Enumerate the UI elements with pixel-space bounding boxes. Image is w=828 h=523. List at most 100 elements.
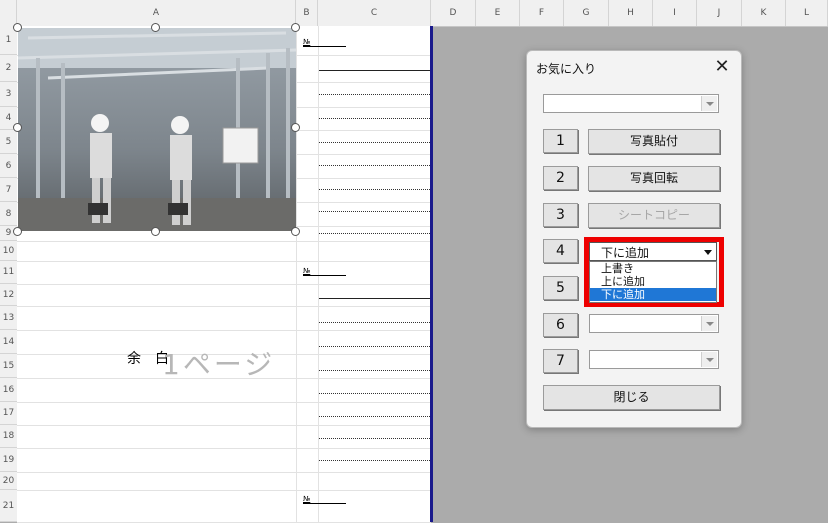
chevron-down-icon[interactable] bbox=[700, 244, 715, 259]
row-gridline bbox=[17, 425, 431, 426]
entry-line bbox=[319, 211, 430, 212]
column-header-k[interactable]: K bbox=[742, 0, 786, 26]
column-header-f[interactable]: F bbox=[520, 0, 564, 26]
column-header-d[interactable]: D bbox=[431, 0, 476, 26]
row-header-8[interactable]: 8 bbox=[0, 202, 17, 226]
option-select-7[interactable] bbox=[589, 350, 719, 369]
row-header-11[interactable]: 11 bbox=[0, 261, 17, 284]
resize-handle-bottom-left[interactable] bbox=[13, 227, 22, 236]
column-header: A B C D E F G H I J K L bbox=[0, 0, 828, 27]
number-button-7[interactable]: 7 bbox=[543, 349, 578, 373]
row-header-17[interactable]: 17 bbox=[0, 402, 17, 425]
resize-handle-bottom-right[interactable] bbox=[291, 227, 300, 236]
resize-handle-bottom[interactable] bbox=[151, 227, 160, 236]
row-gridline bbox=[17, 330, 431, 331]
number-label: № bbox=[303, 38, 346, 47]
entry-line bbox=[319, 416, 430, 417]
column-header-g[interactable]: G bbox=[564, 0, 609, 26]
row-header-6[interactable]: 6 bbox=[0, 154, 17, 178]
option-select-6[interactable] bbox=[589, 314, 719, 333]
row-header-21[interactable]: 21 bbox=[0, 490, 17, 522]
row-header-7[interactable]: 7 bbox=[0, 178, 17, 202]
row-header-20[interactable]: 20 bbox=[0, 472, 17, 490]
row-gridline bbox=[17, 490, 431, 491]
number-button-6[interactable]: 6 bbox=[543, 313, 578, 337]
column-header-h[interactable]: H bbox=[609, 0, 653, 26]
row-gridline bbox=[17, 284, 431, 285]
entry-line bbox=[319, 460, 430, 461]
column-header-l[interactable]: L bbox=[786, 0, 828, 26]
column-header-c[interactable]: C bbox=[318, 0, 431, 26]
number-button-5[interactable]: 5 bbox=[543, 276, 578, 300]
column-header-e[interactable]: E bbox=[476, 0, 520, 26]
row-header-10[interactable]: 10 bbox=[0, 241, 17, 261]
chevron-down-icon[interactable] bbox=[701, 352, 717, 367]
number-button-3[interactable]: 3 bbox=[543, 203, 578, 227]
resize-handle-left[interactable] bbox=[13, 123, 22, 132]
row-header-3[interactable]: 3 bbox=[0, 82, 17, 107]
close-icon[interactable]: ✕ bbox=[711, 56, 733, 78]
entry-line bbox=[319, 165, 430, 166]
resize-handle-top-left[interactable] bbox=[13, 23, 22, 32]
row-header-5[interactable]: 5 bbox=[0, 130, 17, 154]
row-header-19[interactable]: 19 bbox=[0, 448, 17, 472]
entry-line bbox=[319, 94, 430, 95]
selected-value: 下に追加 bbox=[601, 246, 650, 260]
entry-line bbox=[319, 142, 430, 143]
row-gridline bbox=[17, 472, 431, 473]
entry-line bbox=[319, 393, 430, 394]
entry-line bbox=[319, 189, 430, 190]
page-number-watermark: 1ページ bbox=[162, 348, 276, 381]
row-gridline bbox=[17, 306, 431, 307]
entry-line bbox=[319, 438, 430, 439]
number-label: № bbox=[303, 267, 346, 276]
favorites-select[interactable] bbox=[543, 94, 719, 113]
entry-line bbox=[319, 233, 430, 234]
row-header-16[interactable]: 16 bbox=[0, 378, 17, 402]
column-header-j[interactable]: J bbox=[697, 0, 742, 26]
number-button-1[interactable]: 1 bbox=[543, 129, 578, 153]
chevron-down-icon[interactable] bbox=[701, 96, 717, 111]
entry-line bbox=[319, 322, 430, 323]
entry-line bbox=[319, 70, 430, 71]
close-button[interactable]: 閉じる bbox=[543, 385, 720, 410]
column-header-b[interactable]: B bbox=[296, 0, 318, 26]
entry-line bbox=[319, 118, 430, 119]
option-insert-above[interactable]: 上に追加 bbox=[590, 275, 716, 288]
row-gridline bbox=[17, 241, 431, 242]
row-header-2[interactable]: 2 bbox=[0, 55, 17, 82]
entry-line bbox=[319, 370, 430, 371]
rotate-photo-button[interactable]: 写真回転 bbox=[588, 166, 720, 191]
column-header-a[interactable]: A bbox=[17, 0, 296, 26]
row-header-18[interactable]: 18 bbox=[0, 425, 17, 448]
row-gridline bbox=[17, 261, 431, 262]
row-header: 1 2 3 4 5 6 7 8 9 10 11 12 13 14 15 16 17 18 19 20 21 bbox=[0, 26, 18, 522]
chevron-down-icon[interactable] bbox=[701, 316, 717, 331]
resize-handle-right[interactable] bbox=[291, 123, 300, 132]
row-header-14[interactable]: 14 bbox=[0, 330, 17, 354]
entry-line bbox=[319, 298, 430, 299]
select-all-corner[interactable] bbox=[0, 0, 17, 26]
sheet-copy-button: シートコピー bbox=[588, 203, 720, 228]
construction-photo[interactable] bbox=[18, 28, 296, 231]
row-header-12[interactable]: 12 bbox=[0, 284, 17, 306]
entry-line bbox=[319, 346, 430, 347]
row-gridline bbox=[17, 448, 431, 449]
option-overwrite[interactable]: 上書き bbox=[590, 262, 716, 275]
column-gridline bbox=[296, 26, 297, 522]
option-insert-below[interactable]: 下に追加 bbox=[590, 288, 716, 301]
resize-handle-top[interactable] bbox=[151, 23, 160, 32]
paste-photo-button[interactable]: 写真貼付 bbox=[588, 129, 720, 154]
column-header-i[interactable]: I bbox=[653, 0, 697, 26]
number-button-4[interactable]: 4 bbox=[543, 239, 578, 263]
row-gridline bbox=[17, 402, 431, 403]
row-header-13[interactable]: 13 bbox=[0, 306, 17, 330]
insert-position-dropdown: 上書き 上に追加 下に追加 bbox=[589, 261, 717, 303]
insert-position-select[interactable]: 下に追加 bbox=[589, 242, 717, 261]
print-area-boundary bbox=[430, 26, 433, 522]
dialog-title: お気に入り bbox=[536, 62, 597, 76]
number-button-2[interactable]: 2 bbox=[543, 166, 578, 190]
number-label: № bbox=[303, 495, 346, 504]
resize-handle-top-right[interactable] bbox=[291, 23, 300, 32]
row-header-15[interactable]: 15 bbox=[0, 354, 17, 378]
